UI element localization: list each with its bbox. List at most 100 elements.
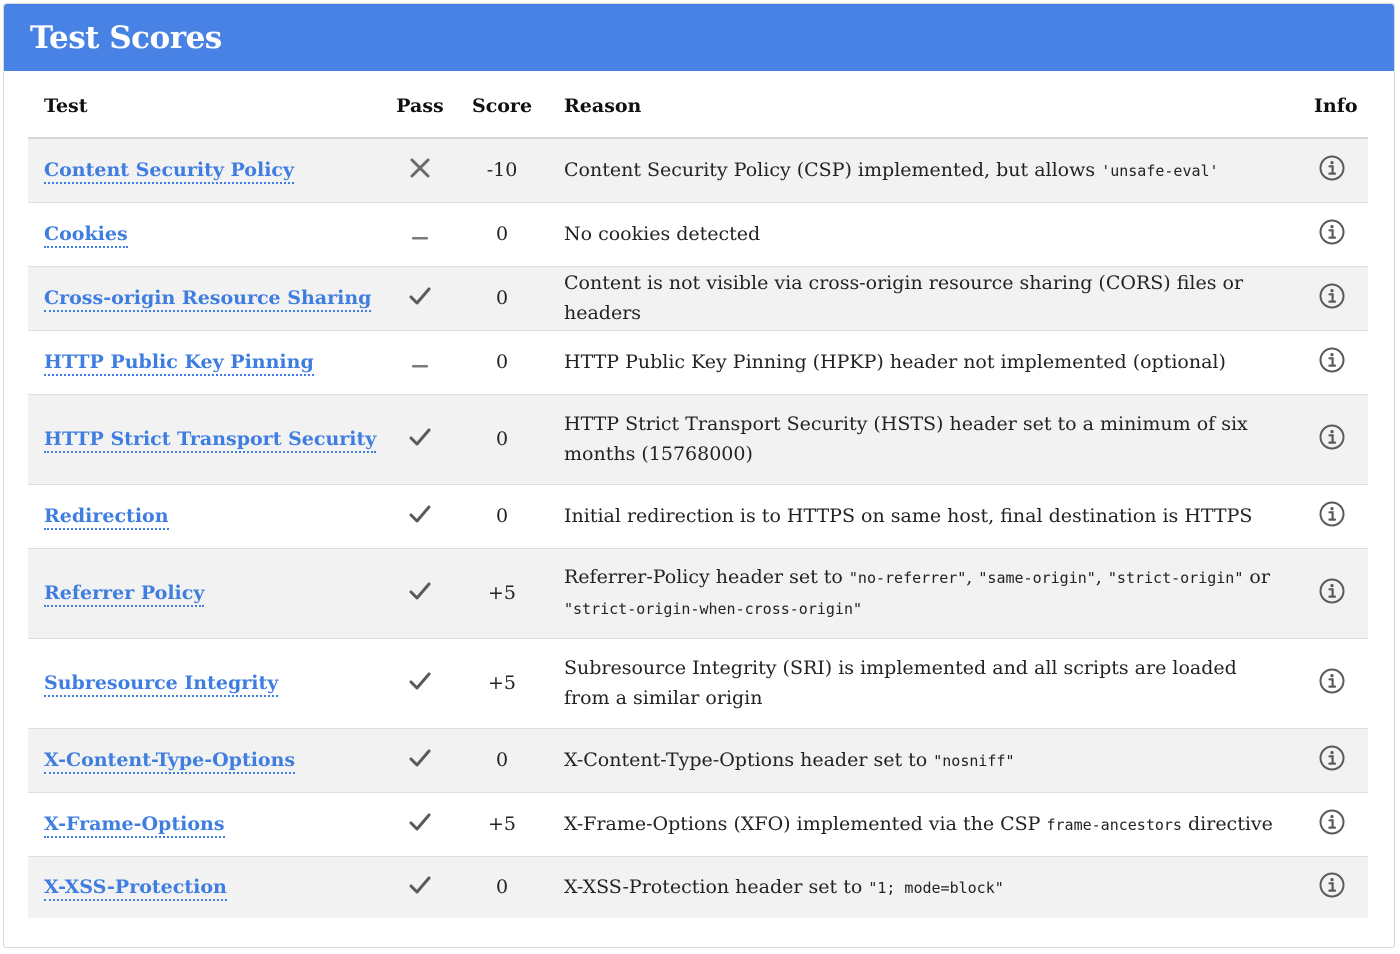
info-cell (1298, 484, 1368, 548)
info-cell (1298, 638, 1368, 728)
score-cell: +5 (487, 582, 516, 604)
reason-text: Initial redirection is to HTTPS on same … (564, 505, 1253, 527)
check-icon (409, 812, 431, 837)
pass-cell (384, 138, 456, 202)
dash-icon (411, 224, 429, 246)
test-cell: HTTP Public Key Pinning (28, 330, 384, 394)
reason-code: frame-ancestors (1046, 815, 1182, 834)
test-cell: Redirection (28, 484, 384, 548)
check-icon (409, 748, 431, 773)
reason-text: X-Frame-Options (XFO) implemented via th… (564, 812, 1047, 835)
check-icon (409, 581, 431, 606)
column-header-test: Test (28, 74, 384, 139)
test-name-link[interactable]: X-Content-Type-Options (44, 749, 296, 774)
score-cell: 0 (495, 428, 509, 450)
table-row: HTTP Public Key Pinning 0 HTTP Public Key … (28, 330, 1368, 394)
column-header-reason: Reason (548, 74, 1298, 139)
info-cell (1298, 138, 1368, 202)
page-title: Test Scores (30, 19, 222, 56)
test-cell: Cross-origin Resource Sharing (28, 266, 384, 330)
reason-cell: HTTP Strict Transport Security (HSTS) he… (548, 394, 1298, 484)
test-name-link[interactable]: Content Security Policy (44, 159, 295, 185)
score-cell: 0 (495, 223, 509, 245)
pass-cell (384, 638, 456, 728)
test-name-link[interactable]: X-Frame-Options (44, 813, 225, 838)
info-cell (1298, 792, 1368, 856)
pass-cell (384, 394, 456, 484)
reason-cell: Initial redirection is to HTTPS on same … (548, 484, 1298, 548)
reason-cell: Content is not visible via cross-origin … (548, 266, 1298, 330)
reason-cell: X-Frame-Options (XFO) implemented via th… (548, 792, 1298, 856)
info-circle-icon[interactable] (1318, 154, 1346, 187)
info-circle-icon[interactable] (1318, 500, 1346, 533)
info-cell (1298, 548, 1368, 638)
reason-text: or (1243, 566, 1270, 588)
reason-code: "nosniff" (933, 751, 1015, 770)
info-circle-icon[interactable] (1318, 346, 1346, 379)
test-name-link[interactable]: HTTP Public Key Pinning (44, 351, 314, 376)
test-name-link[interactable]: Cookies (44, 223, 128, 248)
info-circle-icon[interactable] (1318, 871, 1346, 904)
test-cell: Cookies (28, 202, 384, 266)
dash-icon (411, 352, 429, 374)
info-circle-icon[interactable] (1318, 808, 1346, 841)
pass-cell (384, 484, 456, 548)
table-row: Referrer Policy +5 Referrer-Policy header … (28, 548, 1368, 638)
test-name-link[interactable]: HTTP Strict Transport Security (44, 428, 377, 453)
reason-text: , (1095, 566, 1108, 588)
info-circle-icon[interactable] (1318, 282, 1346, 315)
reason-cell: X-XSS-Protection header set to "1; mode=… (548, 856, 1298, 918)
test-cell: X-Frame-Options (28, 792, 384, 856)
score-cell: 0 (495, 749, 509, 771)
table-row: Subresource Integrity +5 Subresource Integ… (28, 638, 1368, 728)
pass-cell (384, 856, 456, 918)
test-name-link[interactable]: X-XSS-Protection (44, 876, 227, 902)
pass-cell (384, 266, 456, 330)
x-icon (409, 157, 431, 184)
info-circle-icon[interactable] (1318, 218, 1346, 251)
reason-code: "strict-origin-when-cross-origin" (564, 600, 863, 618)
reason-cell: HTTP Public Key Pinning (HPKP) header no… (548, 330, 1298, 394)
reason-cell: X-Content-Type-Options header set to "no… (548, 728, 1298, 792)
table-row: Content Security Policy -10 Content Securi… (28, 138, 1368, 202)
info-cell (1298, 330, 1368, 394)
reason-text: directive (1181, 812, 1273, 835)
column-header-info: Info (1298, 74, 1368, 139)
table-row: X-XSS-Protection 0 X-XSS-Protection header… (28, 856, 1368, 918)
reason-text: HTTP Public Key Pinning (HPKP) header no… (564, 351, 1226, 373)
reason-text: Content is not visible via cross-origin … (564, 272, 1244, 324)
score-cell: +5 (487, 813, 516, 835)
test-name-link[interactable]: Subresource Integrity (44, 672, 279, 697)
table-body: Content Security Policy -10 Content Securi… (28, 138, 1368, 918)
score-cell: 0 (495, 505, 509, 527)
test-name-link[interactable]: Cross-origin Resource Sharing (44, 287, 372, 312)
pass-cell (384, 548, 456, 638)
pass-cell (384, 202, 456, 266)
reason-text: X-Content-Type-Options header set to (564, 748, 934, 771)
test-cell: Content Security Policy (28, 138, 384, 202)
table-row: Cookies 0 No cookies detected (28, 202, 1368, 266)
pass-cell (384, 330, 456, 394)
info-circle-icon[interactable] (1318, 423, 1346, 456)
info-cell (1298, 202, 1368, 266)
test-cell: HTTP Strict Transport Security (28, 394, 384, 484)
info-circle-icon[interactable] (1318, 667, 1346, 700)
reason-code: "strict-origin" (1107, 569, 1244, 587)
column-header-score: Score (456, 74, 548, 139)
pass-cell (384, 792, 456, 856)
panel-header: Test Scores (4, 4, 1394, 71)
reason-text: Referrer-Policy header set to (564, 566, 849, 588)
test-name-link[interactable]: Referrer Policy (44, 582, 205, 607)
test-cell: Referrer Policy (28, 548, 384, 638)
check-icon (409, 875, 431, 900)
check-icon (409, 671, 431, 696)
info-cell (1298, 856, 1368, 918)
info-cell (1298, 394, 1368, 484)
test-name-link[interactable]: Redirection (44, 505, 169, 530)
info-circle-icon[interactable] (1318, 577, 1346, 610)
pass-cell (384, 728, 456, 792)
table-row: Cross-origin Resource Sharing 0 Content is… (28, 266, 1368, 330)
table-row: X-Content-Type-Options 0 X-Content-Type-Op… (28, 728, 1368, 792)
column-header-pass: Pass (384, 74, 456, 139)
info-circle-icon[interactable] (1318, 744, 1346, 777)
